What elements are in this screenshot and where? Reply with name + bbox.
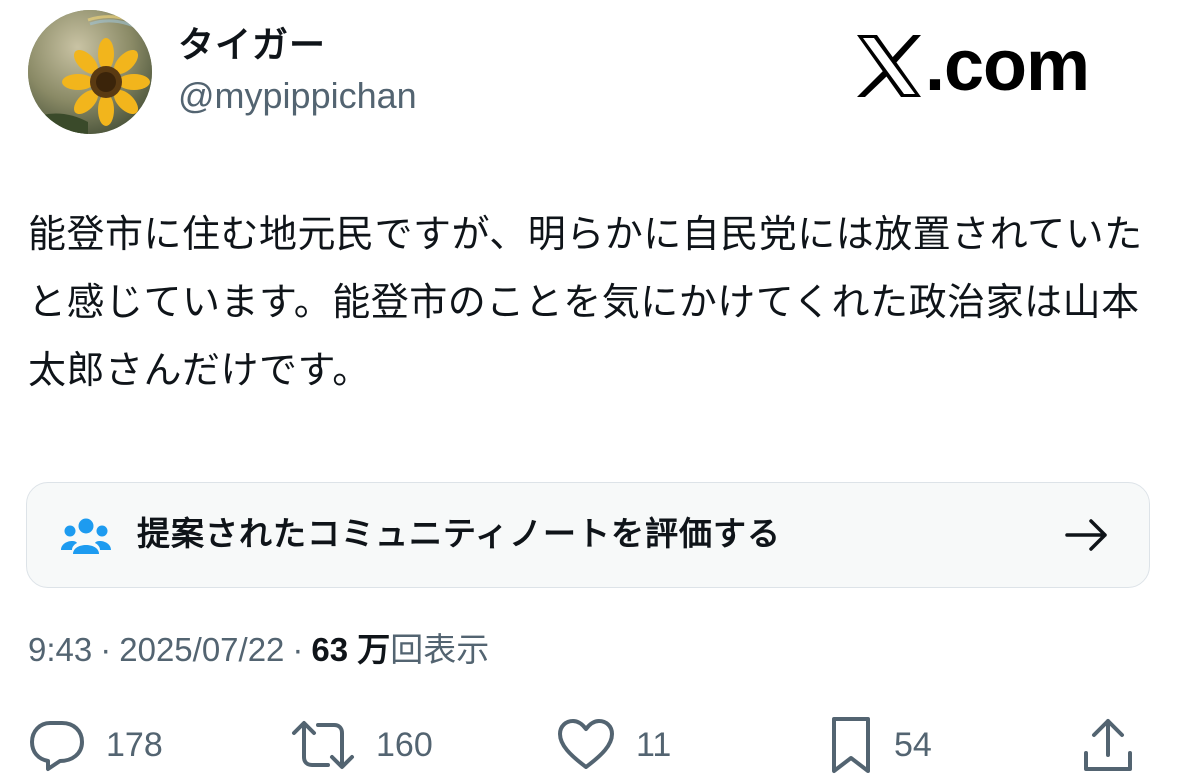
repost-icon — [292, 721, 354, 769]
heart-icon — [558, 719, 614, 769]
share-button[interactable] — [1082, 712, 1134, 778]
community-note-prompt[interactable]: 提案されたコミュニティノートを評価する — [26, 482, 1150, 588]
tweet-date[interactable]: 2025/07/22 — [119, 631, 284, 668]
arrow-right-icon[interactable] — [1065, 517, 1109, 557]
repost-button[interactable]: 160 — [290, 712, 433, 778]
action-bar: 178 160 11 54 — [28, 712, 1148, 782]
bookmark-button[interactable]: 54 — [828, 712, 932, 778]
reply-button[interactable]: 178 — [28, 712, 163, 778]
sunflower-avatar-icon — [28, 10, 152, 134]
author-display-name[interactable]: タイガー — [178, 24, 417, 68]
community-note-label: 提案されたコミュニティノートを評価する — [137, 514, 782, 553]
views-count: 63 万 — [311, 631, 391, 668]
meta-separator: · — [100, 631, 112, 668]
tweet-header: タイガー @mypippichan .com — [28, 10, 1158, 140]
repost-count: 160 — [376, 725, 433, 764]
meta-separator: · — [292, 631, 304, 668]
reply-count: 178 — [106, 725, 163, 764]
share-icon — [1084, 719, 1132, 771]
people-icon — [61, 516, 111, 560]
bookmark-icon — [832, 717, 870, 773]
reply-icon — [30, 721, 84, 771]
tweet-meta: 9:43 · 2025/07/22 · 63 万回表示 — [28, 628, 489, 672]
tweet-time[interactable]: 9:43 — [28, 631, 92, 668]
x-logo-icon — [857, 35, 921, 97]
bookmark-count: 54 — [894, 725, 932, 764]
site-logo-text: .com — [925, 26, 1090, 106]
site-logo: .com — [855, 26, 1090, 106]
views-label: 回表示 — [390, 631, 490, 668]
tweet-text: 能登市に住む地元民ですが、明らかに自民党には放置されていたと感じています。能登市… — [28, 212, 1143, 392]
author-handle[interactable]: @mypippichan — [178, 72, 417, 120]
like-count: 11 — [636, 725, 672, 764]
author-avatar[interactable] — [28, 10, 152, 134]
author-names: タイガー @mypippichan — [178, 24, 417, 120]
like-button[interactable]: 11 — [556, 712, 671, 778]
